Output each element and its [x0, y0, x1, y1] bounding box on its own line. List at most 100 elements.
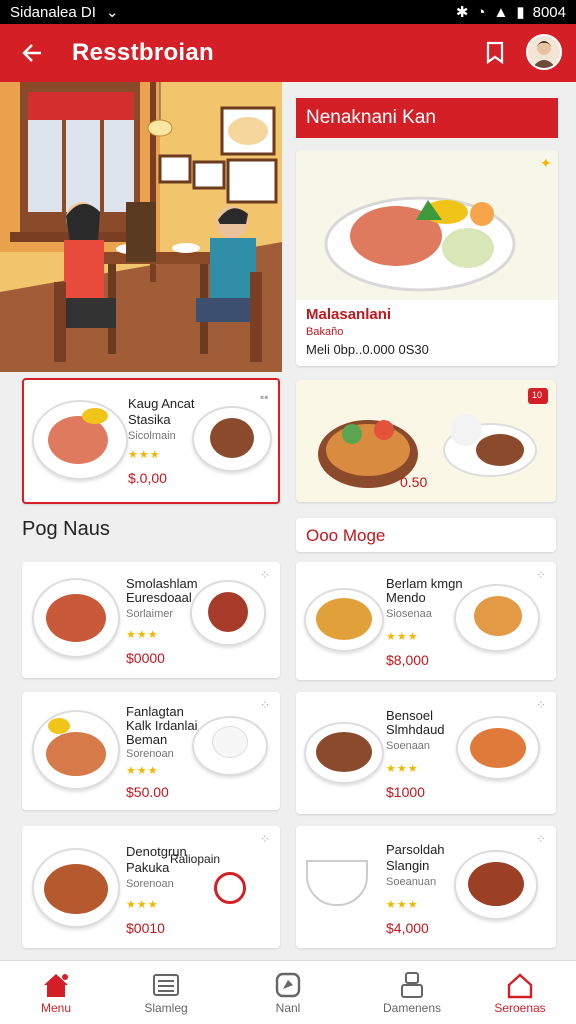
dish-image: [32, 578, 120, 658]
menu-item-card[interactable]: Parsoldah Slangin Soeanuan ★★★ $4,000 ⁘: [296, 826, 556, 948]
more-icon[interactable]: ⁘: [260, 832, 270, 846]
dish-name-line3: Raliopain: [170, 852, 221, 866]
badge-label: 10: [532, 390, 543, 400]
status-bar: Sidanalea DI ⌄ ✱ ◔ ▲ ▮ 8004: [0, 0, 576, 24]
menu-item-card[interactable]: Berlam kmgn Mendo Siosenaa ★★★ $8,000 ⁘: [296, 562, 556, 680]
featured-dish-image: ✦: [296, 150, 558, 300]
sauce-bowl-image: [214, 872, 246, 904]
page-title: Resstbroian: [72, 39, 215, 66]
restaurant-illustration: [0, 82, 282, 372]
more-icon[interactable]: ⁘: [536, 698, 546, 712]
dish-name: Smolashlam: [126, 576, 198, 591]
dish-name-line2: Pakuka: [126, 860, 170, 875]
back-button[interactable]: [16, 37, 48, 69]
dish-subtitle: Sicolmain: [128, 430, 176, 442]
promo-card[interactable]: 0.50 10: [296, 380, 556, 502]
dish-image: [32, 848, 120, 928]
featured-dish-name: Malasanlani: [306, 306, 392, 323]
dish-name-line2: Slangin: [386, 858, 430, 873]
more-icon[interactable]: ⁘: [536, 568, 546, 582]
dish-price: $0000: [126, 650, 165, 666]
more-icon[interactable]: ⁘: [260, 698, 270, 712]
dish-name-line2: Slmhdaud: [386, 722, 445, 737]
dish-subtitle: Soeanuan: [386, 876, 437, 888]
dish-subtitle: Siosenaa: [386, 608, 432, 620]
dish-price: $0010: [126, 920, 165, 936]
avatar[interactable]: [526, 34, 562, 70]
dish-name-line3: Beman: [126, 732, 168, 747]
more-icon[interactable]: ⁘: [536, 832, 546, 846]
chevron-down-icon: ⌄: [105, 4, 119, 21]
dish-price: $8,000: [386, 652, 429, 668]
dish-name: Fanlagtan: [126, 704, 184, 719]
arrow-left-icon: [22, 44, 41, 62]
bookmark-button[interactable]: [480, 38, 510, 68]
section-title-left: Pog Naus: [22, 518, 110, 540]
rating-stars: ★★★: [386, 631, 419, 643]
rating-stars: ★★★: [386, 763, 419, 775]
menu-item-card[interactable]: Fanlagtan Kalk Irdanlai Beman Sorenoan ★…: [22, 692, 280, 810]
dish-image: [190, 580, 266, 646]
dish-name: Berlam kmgn: [386, 576, 463, 591]
dish-price: $50.00: [126, 784, 169, 800]
bluetooth-icon: ✱: [455, 4, 469, 21]
featured-dish-subtitle: Bakaño: [306, 326, 344, 338]
section-title-right: Ooo Moge: [306, 526, 386, 545]
person-icon: [401, 972, 423, 998]
clock-label: 8004: [532, 3, 566, 21]
dish-image: [32, 710, 120, 790]
featured-dish-price: Meli 0bp..0.000 0S30: [306, 342, 429, 357]
dish-name: Parsoldah: [386, 842, 445, 857]
dish-price: $4,000: [386, 920, 429, 936]
dish-image: [306, 860, 368, 906]
nav-item-damenens[interactable]: Damenens: [356, 961, 468, 1024]
dish-image: [454, 584, 540, 652]
featured-header: Nenaknani Kan: [296, 98, 558, 138]
dish-image: [192, 406, 272, 472]
section-header-right: Ooo Moge: [296, 518, 556, 552]
signal-icon: ▲: [493, 3, 509, 21]
nav-item-nanl[interactable]: Nanl: [232, 961, 344, 1024]
nav-item-menu[interactable]: Menu: [0, 961, 112, 1024]
nav-label: Slamleg: [144, 1001, 188, 1015]
bookmark-icon: [486, 41, 504, 65]
home-icon: [44, 974, 68, 997]
menu-item-card[interactable]: Bensoel Slmhdaud Soenaan ★★★ $1000 ⁘: [296, 692, 556, 814]
dish-subtitle: Soenaan: [386, 740, 431, 752]
svg-text:✦: ✦: [540, 155, 552, 171]
promo-card[interactable]: Kaug Ancat Stasika Sicolmain ★★★ $.0,00 …: [22, 378, 280, 504]
dish-name-line2: Mendo: [386, 590, 426, 605]
nav-label: Nanl: [275, 1001, 301, 1015]
dish-price: 0.50: [400, 474, 428, 490]
dish-price: $1000: [386, 784, 425, 800]
dish-image: [454, 850, 538, 920]
menu-item-card[interactable]: Denotgrun Pakuka Raliopain Sorenoan ★★★ …: [22, 826, 280, 948]
dish-image: [304, 722, 384, 784]
battery-icon: ▮: [516, 4, 525, 21]
nav-label: Menu: [40, 1001, 72, 1015]
featured-card[interactable]: ✦ Malasanlani Bakaño Meli 0bp..0.000 0S3…: [296, 150, 558, 366]
dish-subtitle: Sorenoan: [126, 878, 174, 890]
nav-item-seroenas[interactable]: Seroenas: [464, 961, 576, 1024]
dish-image: [192, 716, 268, 776]
rating-stars: ★★★: [126, 629, 159, 641]
dish-image: [32, 400, 128, 480]
list-icon: [153, 974, 179, 996]
more-icon[interactable]: ⁘: [260, 568, 270, 582]
featured-section: Nenaknani Kan ✦ Malasanlani Bakaño Meli …: [296, 98, 558, 368]
rating-stars: ★★★: [126, 899, 159, 911]
dish-image: [304, 588, 384, 652]
dish-subtitle: Sorlaimer: [126, 608, 174, 620]
dish-name: Kaug Ancat: [128, 396, 195, 411]
more-icon[interactable]: ▪▪: [260, 390, 269, 404]
rating-stars: ★★★: [126, 765, 159, 777]
dish-price: $.0,00: [128, 470, 167, 486]
menu-item-card[interactable]: Smolashlam Euresdoaal Sorlaimer ★★★ $000…: [22, 562, 280, 678]
dish-name-line2: Kalk Irdanlai: [126, 718, 198, 733]
app-bar: Resstbroian: [0, 24, 576, 82]
dish-name: Bensoel: [386, 708, 433, 723]
nav-label: Seroenas: [494, 1001, 546, 1015]
nav-label: Damenens: [382, 1001, 442, 1015]
house-outline-icon: [507, 973, 533, 999]
nav-item-slamleg[interactable]: Slamleg: [110, 961, 222, 1024]
